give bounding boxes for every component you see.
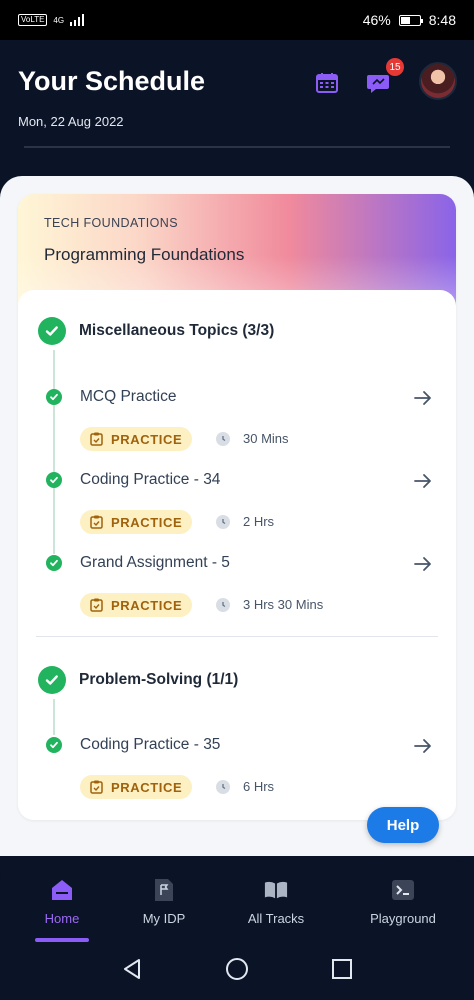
practice-tag: PRACTICE bbox=[80, 593, 193, 617]
home-icon bbox=[50, 878, 74, 902]
tag-label: PRACTICE bbox=[111, 514, 183, 530]
avatar[interactable] bbox=[419, 62, 457, 100]
item-duration: 2 Hrs bbox=[243, 514, 275, 529]
page-title: Your Schedule bbox=[18, 66, 206, 96]
section-title: Problem-Solving (1/1) bbox=[79, 671, 239, 688]
section-header[interactable]: Problem-Solving (1/1) bbox=[38, 666, 238, 694]
recents-icon[interactable] bbox=[331, 958, 353, 985]
check-circle-icon bbox=[46, 472, 62, 488]
clock-icon bbox=[216, 432, 230, 446]
list-item[interactable]: Coding Practice - 35 PRACTICE 6 Hrs bbox=[18, 733, 456, 803]
practice-tag: PRACTICE bbox=[80, 510, 193, 534]
list-item[interactable]: MCQ Practice PRACTICE 30 Mins bbox=[18, 385, 456, 455]
calendar-icon[interactable] bbox=[314, 70, 340, 96]
item-title: MCQ Practice bbox=[80, 388, 177, 405]
tag-label: PRACTICE bbox=[111, 431, 183, 447]
network-type: 4G bbox=[53, 15, 65, 25]
item-duration: 30 Mins bbox=[243, 431, 289, 446]
practice-tag: PRACTICE bbox=[80, 427, 193, 451]
nav-label: My IDP bbox=[142, 911, 186, 926]
system-nav-bar bbox=[0, 942, 474, 1000]
arrow-right-icon[interactable] bbox=[412, 470, 434, 492]
bottom-nav: Home My IDP All Tracks Playground bbox=[0, 860, 474, 942]
section-title: Miscellaneous Topics (3/3) bbox=[79, 322, 275, 339]
help-button[interactable]: Help bbox=[367, 807, 439, 843]
battery-icon bbox=[398, 14, 423, 26]
volte-badge: VoLTE bbox=[18, 14, 48, 26]
item-duration: 6 Hrs bbox=[243, 779, 275, 794]
check-circle-icon bbox=[46, 389, 62, 405]
check-circle-icon bbox=[38, 317, 66, 345]
terminal-icon bbox=[391, 878, 415, 902]
list-item[interactable]: Grand Assignment - 5 PRACTICE 3 Hrs 30 M… bbox=[18, 551, 456, 621]
tag-label: PRACTICE bbox=[111, 779, 183, 795]
clock-icon bbox=[216, 780, 230, 794]
header-divider bbox=[24, 146, 450, 148]
status-left: VoLTE 4G bbox=[18, 14, 85, 26]
course-body: Miscellaneous Topics (3/3) MCQ Practice … bbox=[18, 290, 456, 820]
message-icon[interactable] bbox=[366, 70, 392, 96]
nav-item-playground[interactable]: Playground bbox=[358, 860, 448, 942]
clock: 8:48 bbox=[428, 12, 456, 28]
clipboard-icon bbox=[90, 432, 103, 446]
notification-badge: 15 bbox=[386, 58, 404, 76]
check-circle-icon bbox=[46, 555, 62, 571]
course-card: TECH FOUNDATIONS Programming Foundations… bbox=[18, 194, 456, 820]
arrow-right-icon[interactable] bbox=[412, 387, 434, 409]
practice-tag: PRACTICE bbox=[80, 775, 193, 799]
signal-icon bbox=[70, 14, 85, 26]
status-right: 46% 8:48 bbox=[363, 12, 456, 28]
arrow-right-icon[interactable] bbox=[412, 735, 434, 757]
clipboard-icon bbox=[90, 780, 103, 794]
course-title: Programming Foundations bbox=[44, 245, 245, 264]
list-item[interactable]: Coding Practice - 34 PRACTICE 2 Hrs bbox=[18, 468, 456, 538]
nav-label: All Tracks bbox=[247, 911, 305, 926]
flag-document-icon bbox=[152, 878, 176, 902]
book-icon bbox=[264, 878, 288, 902]
clock-icon bbox=[216, 598, 230, 612]
course-category: TECH FOUNDATIONS bbox=[44, 216, 178, 230]
timeline-line bbox=[53, 699, 55, 735]
item-duration: 3 Hrs 30 Mins bbox=[243, 597, 324, 612]
section-header[interactable]: Miscellaneous Topics (3/3) bbox=[38, 317, 274, 345]
nav-item-all-tracks[interactable]: All Tracks bbox=[236, 860, 316, 942]
page-date: Mon, 22 Aug 2022 bbox=[18, 114, 124, 129]
header: Your Schedule Mon, 22 Aug 2022 15 bbox=[0, 40, 474, 180]
clipboard-icon bbox=[90, 598, 103, 612]
arrow-right-icon[interactable] bbox=[412, 553, 434, 575]
nav-item-my-idp[interactable]: My IDP bbox=[124, 860, 204, 942]
home-circle-icon[interactable] bbox=[225, 957, 249, 986]
clock-icon bbox=[216, 515, 230, 529]
tag-label: PRACTICE bbox=[111, 597, 183, 613]
content-area: TECH FOUNDATIONS Programming Foundations… bbox=[0, 176, 474, 856]
back-icon[interactable] bbox=[121, 958, 143, 985]
section-divider bbox=[36, 636, 438, 637]
clipboard-icon bbox=[90, 515, 103, 529]
nav-label: Home bbox=[44, 911, 80, 926]
item-title: Coding Practice - 35 bbox=[80, 736, 221, 753]
nav-item-home[interactable]: Home bbox=[22, 860, 102, 942]
item-title: Grand Assignment - 5 bbox=[80, 554, 230, 571]
check-circle-icon bbox=[46, 737, 62, 753]
check-circle-icon bbox=[38, 666, 66, 694]
battery-percent: 46% bbox=[362, 12, 391, 28]
nav-label: Playground bbox=[370, 911, 436, 926]
item-title: Coding Practice - 34 bbox=[80, 471, 221, 488]
status-bar: VoLTE 4G 46% 8:48 bbox=[0, 0, 474, 40]
